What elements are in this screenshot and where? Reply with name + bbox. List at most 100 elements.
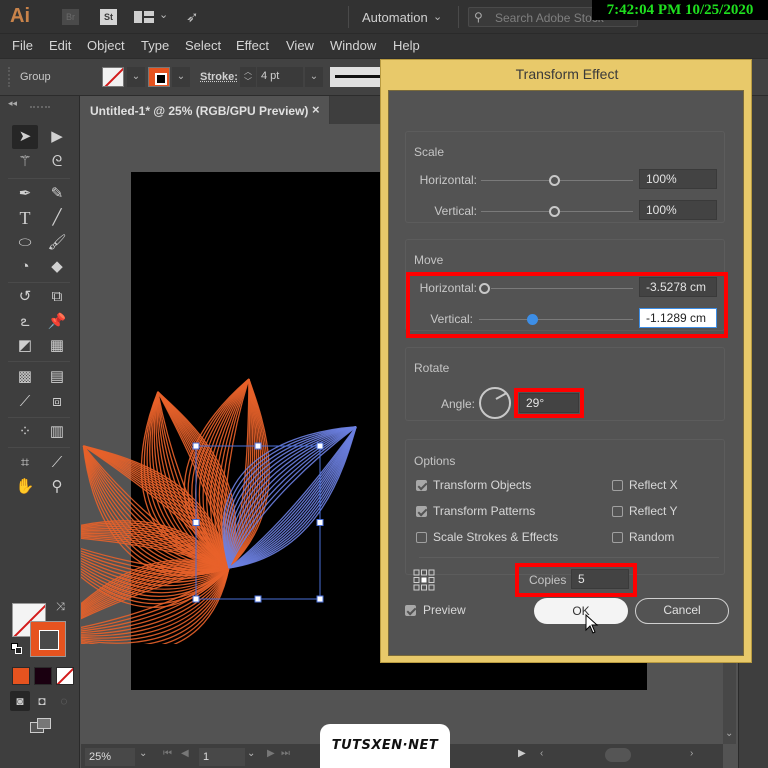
hand-tool-icon[interactable]: ✋: [12, 475, 38, 499]
swap-fill-stroke-icon[interactable]: ⤨: [56, 601, 65, 614]
chevron-down-icon[interactable]: ⌄: [159, 8, 168, 21]
menu-object[interactable]: Object: [87, 38, 125, 53]
copies-input[interactable]: 5: [571, 569, 629, 589]
curvature-tool-icon[interactable]: ✎: [44, 182, 70, 206]
preview-label[interactable]: Preview: [423, 603, 466, 617]
menu-view[interactable]: View: [286, 38, 314, 53]
reflect-x-checkbox[interactable]: [612, 480, 623, 491]
chevron-down-icon[interactable]: ⌄: [305, 67, 323, 87]
scale-vertical-input[interactable]: 100%: [639, 200, 717, 220]
shape-builder-tool-icon[interactable]: ◩: [12, 334, 38, 358]
scale-strokes-checkbox[interactable]: [416, 532, 427, 543]
eraser-tool-icon[interactable]: ◆: [44, 255, 70, 279]
chevron-down-icon[interactable]: ⌄: [139, 748, 147, 759]
menu-select[interactable]: Select: [185, 38, 221, 53]
random-label[interactable]: Random: [629, 530, 674, 544]
scroll-down-icon[interactable]: ⌄: [725, 728, 733, 739]
move-horizontal-input[interactable]: -3.5278 cm: [639, 277, 717, 297]
scale-strokes-label[interactable]: Scale Strokes & Effects: [433, 530, 558, 544]
scale-horizontal-input[interactable]: 100%: [639, 169, 717, 189]
chevron-down-icon[interactable]: ⌄: [172, 67, 190, 87]
move-horizontal-slider-thumb[interactable]: [479, 283, 490, 294]
move-vertical-input[interactable]: -1.1289 cm: [639, 308, 717, 328]
zoom-tool-icon[interactable]: ⚲: [44, 475, 70, 499]
draw-inside-icon[interactable]: ◌: [54, 691, 74, 711]
selection-handle[interactable]: [316, 519, 324, 526]
pen-tool-icon[interactable]: ✒: [12, 182, 38, 206]
collapse-panel-icon[interactable]: ◂◂: [8, 98, 17, 109]
horizontal-scrollbar-thumb[interactable]: [605, 748, 631, 762]
next-artboard-icon[interactable]: ▶: [267, 748, 275, 759]
menu-effect[interactable]: Effect: [236, 38, 269, 53]
workspace-switcher[interactable]: Automation: [362, 10, 428, 25]
fill-color-swatch[interactable]: [102, 67, 124, 87]
gradient-mode-button[interactable]: [34, 667, 52, 685]
gpu-performance-icon[interactable]: ➶: [186, 8, 199, 26]
cancel-button[interactable]: Cancel: [635, 598, 729, 624]
transform-objects-label[interactable]: Transform Objects: [433, 478, 531, 492]
chevron-down-icon[interactable]: ⌄: [127, 67, 145, 87]
draw-normal-icon[interactable]: ◙: [10, 691, 30, 711]
reflect-x-label[interactable]: Reflect X: [629, 478, 678, 492]
perspective-grid-tool-icon[interactable]: ▦: [44, 334, 70, 358]
menu-type[interactable]: Type: [141, 38, 169, 53]
panel-grip[interactable]: [8, 67, 11, 87]
move-vertical-slider-thumb[interactable]: [527, 314, 538, 325]
blend-tool-icon[interactable]: ⧈: [44, 390, 70, 414]
artboard-tool-icon[interactable]: ⌗: [12, 451, 38, 475]
last-artboard-icon[interactable]: ⏭: [281, 748, 290, 759]
stroke-color-swatch[interactable]: [148, 67, 170, 87]
artboard-number-input[interactable]: 1: [199, 748, 245, 766]
mesh-tool-icon[interactable]: ▩: [12, 365, 38, 389]
chevron-down-icon[interactable]: ⌄: [433, 10, 442, 23]
previous-artboard-icon[interactable]: ◀: [181, 748, 189, 759]
scroll-left-icon[interactable]: ‹: [540, 748, 543, 759]
transform-objects-checkbox[interactable]: [416, 480, 427, 491]
selection-handle[interactable]: [254, 595, 262, 603]
direct-selection-tool-icon[interactable]: ▶: [44, 125, 70, 149]
magic-wand-tool-icon[interactable]: ⚚: [12, 150, 38, 174]
type-tool-icon[interactable]: T: [12, 206, 38, 230]
stroke-profile-dropdown[interactable]: [330, 67, 380, 87]
move-vertical-slider[interactable]: [479, 319, 633, 320]
arrange-documents-icon[interactable]: [134, 11, 154, 23]
line-segment-tool-icon[interactable]: ╱: [44, 206, 70, 230]
scroll-right-icon[interactable]: ›: [690, 748, 693, 759]
move-horizontal-slider[interactable]: [491, 288, 633, 289]
eyedropper-tool-icon[interactable]: ⟋: [12, 390, 38, 414]
scale-horizontal-slider-thumb[interactable]: [549, 175, 560, 186]
preview-checkbox[interactable]: [405, 605, 416, 616]
rotate-tool-icon[interactable]: ↺: [12, 285, 38, 309]
transform-patterns-checkbox[interactable]: [416, 506, 427, 517]
panel-grip[interactable]: [30, 106, 50, 109]
stroke-box[interactable]: [30, 621, 66, 657]
draw-behind-icon[interactable]: ◘: [32, 691, 52, 711]
stroke-panel-link[interactable]: Stroke:: [200, 71, 238, 83]
document-tab[interactable]: Untitled-1* @ 25% (RGB/GPU Preview) ×: [80, 96, 330, 124]
stroke-weight-stepper[interactable]: ︿ ﹀: [240, 67, 256, 87]
zoom-level-input[interactable]: 25%: [85, 748, 135, 766]
menu-edit[interactable]: Edit: [49, 38, 71, 53]
scale-vertical-slider-thumb[interactable]: [549, 206, 560, 217]
slice-tool-icon[interactable]: ⟋: [44, 451, 70, 475]
ellipse-tool-icon[interactable]: ⬭: [12, 231, 38, 255]
selection-handle[interactable]: [192, 442, 200, 450]
stock-icon[interactable]: St: [100, 9, 117, 25]
selection-handle[interactable]: [192, 595, 200, 603]
selection-handle[interactable]: [192, 519, 200, 526]
gradient-tool-icon[interactable]: ▤: [44, 365, 70, 389]
play-icon[interactable]: ▶: [518, 748, 526, 759]
color-mode-button[interactable]: [12, 667, 30, 685]
bridge-icon[interactable]: Br: [62, 9, 79, 25]
menu-file[interactable]: File: [12, 38, 33, 53]
change-screen-mode-icon[interactable]: [30, 718, 52, 734]
selection-handle[interactable]: [316, 442, 324, 450]
selection-handle[interactable]: [254, 442, 262, 450]
reflect-y-checkbox[interactable]: [612, 506, 623, 517]
chevron-down-icon[interactable]: ⌄: [247, 748, 255, 759]
selection-tool-icon[interactable]: ➤: [12, 125, 38, 149]
artwork[interactable]: [81, 124, 381, 644]
column-graph-tool-icon[interactable]: ▥: [44, 420, 70, 444]
lasso-tool-icon[interactable]: ᘓ: [44, 150, 70, 174]
stroke-weight-input[interactable]: 4 pt: [257, 67, 303, 87]
